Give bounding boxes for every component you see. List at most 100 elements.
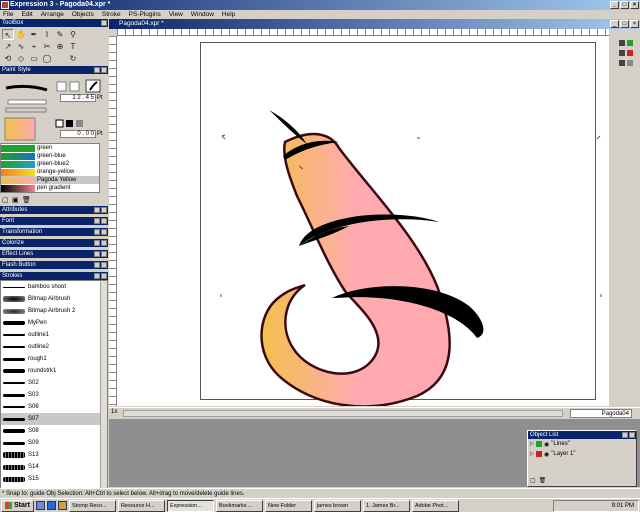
swatch-item-selected[interactable]: Pagoda Yellow — [1, 176, 99, 184]
maximize-button[interactable]: □ — [620, 1, 629, 9]
menu-window[interactable]: Window — [191, 10, 214, 19]
panel-menu-icon[interactable] — [94, 67, 100, 73]
stroke-item[interactable]: roundstrk1 — [1, 365, 107, 377]
doc-maximize-button[interactable]: □ — [620, 20, 629, 28]
new-swatch-icon[interactable]: ▢ — [2, 196, 9, 204]
brush-icon[interactable]: ⌇ — [41, 29, 53, 40]
pen-icon[interactable]: ✒ — [28, 29, 40, 40]
trash-icon[interactable]: 🗑 — [22, 196, 31, 204]
swatch-item[interactable]: orange-yellow — [1, 168, 99, 176]
menu-file[interactable]: File — [3, 10, 13, 19]
offset-field[interactable]: 0 . 0 0 — [60, 130, 96, 138]
layer-red-icon[interactable] — [627, 50, 633, 56]
reload-icon[interactable]: ↻ — [67, 53, 79, 64]
layer-row[interactable]: ▷ ◉ "Layer 1" — [528, 449, 636, 459]
clock[interactable]: 9:01 PM — [612, 503, 634, 509]
menu-ps-plugins[interactable]: PS-Plugins — [129, 10, 161, 19]
doc-close-button[interactable]: × — [630, 20, 639, 28]
taskbar-button[interactable]: 1. James Br... — [362, 499, 410, 512]
taskbar-button[interactable]: Adobe Phot... — [411, 499, 459, 512]
doc-minimize-button[interactable]: _ — [610, 20, 619, 28]
quicklaunch-folder-icon[interactable] — [57, 501, 67, 510]
view-mode-icon[interactable] — [619, 60, 625, 66]
bezier-icon[interactable]: ∿ — [15, 41, 27, 52]
artwork[interactable] — [117, 36, 609, 406]
font-panel-header[interactable]: Font — [0, 217, 108, 225]
stroke-item[interactable]: bamboo shoot — [1, 281, 107, 293]
horizontal-scrollbar[interactable] — [123, 410, 563, 417]
zoom-icon[interactable]: ⊕ — [54, 41, 66, 52]
menu-edit[interactable]: Edit — [21, 10, 32, 19]
stroke-item[interactable]: Bitmap Airbrush 2 — [1, 305, 107, 317]
stroke-item[interactable]: S13 — [1, 449, 107, 461]
taskbar-button[interactable]: New Folder — [264, 499, 312, 512]
pagoda-main-shape[interactable] — [260, 132, 451, 406]
new-layer-icon[interactable]: ▢ — [530, 477, 536, 484]
active-layer-field[interactable]: Pagoda04 — [570, 409, 632, 418]
eye-icon[interactable]: ◉ — [544, 441, 549, 448]
panel-close-icon[interactable] — [101, 67, 107, 73]
stroke-item[interactable]: outline2 — [1, 341, 107, 353]
stroke-item[interactable]: S15 — [1, 473, 107, 485]
panel-close-icon[interactable] — [101, 20, 107, 26]
panel-close-icon[interactable] — [629, 432, 635, 438]
taskbar-button[interactable]: james brown — [313, 499, 361, 512]
start-button[interactable]: Start — [1, 499, 34, 512]
zoom-level[interactable]: 1x — [111, 409, 117, 415]
quicklaunch-icon[interactable] — [35, 501, 45, 510]
rotate-icon[interactable]: ⟲ — [2, 53, 14, 64]
transformation-panel-header[interactable]: Transformation — [0, 228, 108, 236]
node-edit-icon[interactable]: ⌁ — [28, 41, 40, 52]
skew-icon[interactable]: ◇ — [15, 53, 27, 64]
taskbar-button[interactable]: Stomp Reco... — [68, 499, 116, 512]
hand-icon[interactable]: ✋ — [15, 29, 27, 40]
eye-icon[interactable]: ◉ — [544, 451, 549, 458]
taskbar-button-active[interactable]: Expression... — [166, 499, 214, 512]
menu-objects[interactable]: Objects — [72, 10, 94, 19]
select-arrow-icon[interactable]: ↖ — [2, 29, 14, 40]
colorize-panel-header[interactable]: Colorize — [0, 239, 108, 247]
taskbar-button[interactable]: Bookmarks ... — [215, 499, 263, 512]
node-arrow-icon[interactable]: ↗ — [2, 41, 14, 52]
effect-lines-panel-header[interactable]: Effect Lines — [0, 250, 108, 258]
view-mode-icon[interactable] — [619, 50, 625, 56]
text-icon[interactable]: T — [67, 41, 79, 52]
stroke-item[interactable]: MyPen — [1, 317, 107, 329]
drawing-canvas[interactable] — [117, 36, 609, 406]
menu-help[interactable]: Help — [222, 10, 235, 19]
stroke-item[interactable]: S02 — [1, 377, 107, 389]
layer-green-icon[interactable] — [627, 40, 633, 46]
menu-arrange[interactable]: Arrange — [41, 10, 64, 19]
swatch-item[interactable]: pen gradient — [1, 184, 99, 192]
strokes-panel-header[interactable]: Strokes — [0, 272, 108, 280]
scissors-icon[interactable]: ✂ — [41, 41, 53, 52]
menu-stroke[interactable]: Stroke — [102, 10, 121, 19]
horizontal-ruler[interactable] — [117, 29, 609, 36]
expand-icon[interactable]: ▷ — [530, 441, 534, 447]
quicklaunch-ie-icon[interactable] — [46, 501, 56, 510]
close-button[interactable]: × — [630, 1, 639, 9]
top-brush-stroke[interactable] — [269, 110, 307, 144]
layer-gray-icon[interactable] — [627, 60, 633, 66]
stroke-item[interactable]: outline1 — [1, 329, 107, 341]
stroke-item-selected[interactable]: S07 — [1, 413, 107, 425]
stroke-item[interactable]: Bitmap Airbrush — [1, 293, 107, 305]
ellipse-icon[interactable]: ◯ — [41, 53, 53, 64]
stroke-item[interactable]: S06 — [1, 401, 107, 413]
menu-view[interactable]: View — [169, 10, 183, 19]
flash-button-panel-header[interactable]: Flash Button — [0, 261, 108, 269]
swatch-item[interactable]: green-blue — [1, 152, 99, 160]
delete-layer-icon[interactable]: 🗑 — [539, 477, 547, 484]
expand-icon[interactable]: ▷ — [530, 451, 534, 457]
eyedropper-icon[interactable]: ⚲ — [67, 29, 79, 40]
stroke-item[interactable]: S14 — [1, 461, 107, 473]
view-mode-icon[interactable] — [619, 40, 625, 46]
stroke-item[interactable]: S09 — [1, 437, 107, 449]
copy-swatch-icon[interactable]: ▣ — [12, 196, 19, 204]
swatch-item[interactable]: green-blue2 — [1, 160, 99, 168]
minimize-button[interactable]: _ — [610, 1, 619, 9]
swatch-item[interactable]: green — [1, 144, 99, 152]
stroke-width-field[interactable]: 1 2 . 4 5 — [60, 94, 96, 102]
rectangle-icon[interactable]: ▭ — [28, 53, 40, 64]
layer-row[interactable]: ▷ ◉ "Lines" — [528, 439, 636, 449]
